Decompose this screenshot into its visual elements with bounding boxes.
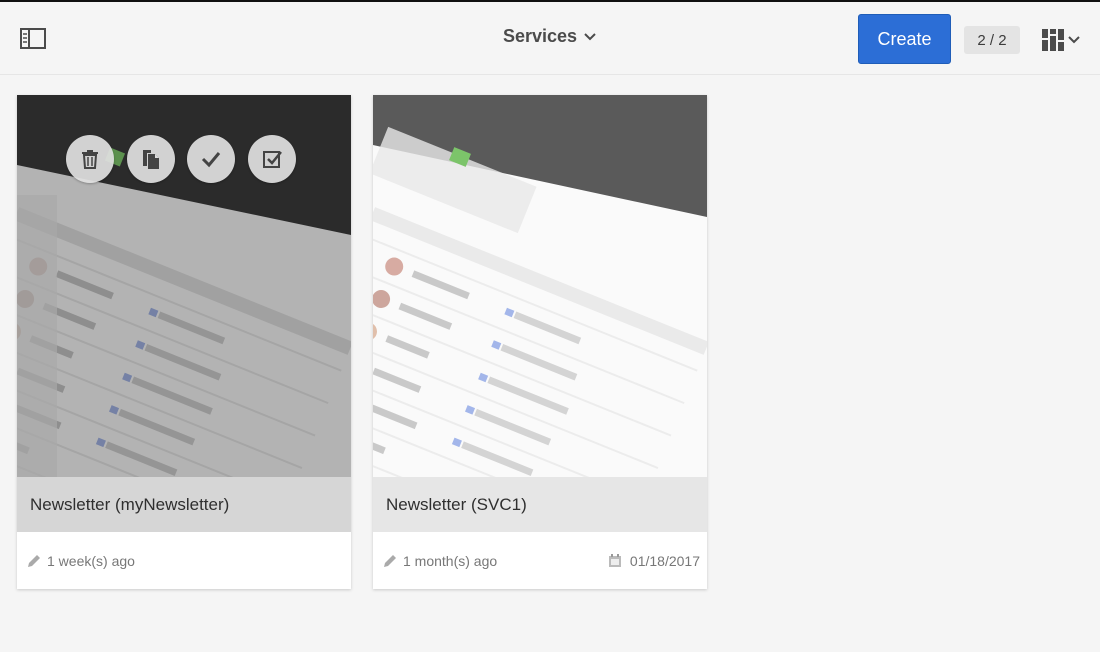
publish-button[interactable]: [187, 135, 235, 183]
checkmark-icon: [201, 152, 221, 168]
card-title: Newsletter (myNewsletter): [17, 477, 351, 532]
card-newsletter-svc1[interactable]: Newsletter (SVC1) 1 month(s) ago 01/18/2…: [373, 95, 707, 589]
trash-icon: [82, 150, 98, 169]
thumbnail-image: [373, 95, 707, 477]
card-meta: 1 week(s) ago: [17, 532, 351, 589]
copy-icon: [143, 150, 159, 169]
modified-text: 1 week(s) ago: [47, 553, 135, 569]
pencil-icon: [28, 555, 40, 567]
delete-button[interactable]: [66, 135, 114, 183]
date-text: 01/18/2017: [629, 553, 700, 569]
action-bar: Services Create 2 / 2: [0, 2, 1100, 75]
item-count-badge: 2 / 2: [964, 26, 1020, 54]
card-title: Newsletter (SVC1): [373, 477, 707, 532]
copy-button[interactable]: [127, 135, 175, 183]
chevron-down-icon: [584, 32, 596, 40]
card-meta: 1 month(s) ago 01/18/2017: [373, 532, 707, 589]
chevron-down-icon: [1068, 36, 1080, 44]
date-info: 01/18/2017: [608, 553, 700, 569]
calendar-icon: [608, 554, 621, 567]
card-view-icon: [1042, 29, 1064, 51]
card-newsletter-mynewsletter[interactable]: Newsletter (myNewsletter) 1 week(s) ago: [17, 95, 351, 589]
modified-text: 1 month(s) ago: [403, 553, 498, 569]
card-thumbnail: [373, 95, 707, 477]
modified-info: 1 month(s) ago: [382, 553, 497, 569]
create-button[interactable]: Create: [858, 14, 951, 64]
view-switcher-button[interactable]: [1042, 27, 1086, 53]
select-button[interactable]: [248, 135, 296, 183]
select-icon: [263, 151, 282, 168]
modified-info: 1 week(s) ago: [26, 553, 135, 569]
pencil-icon: [384, 555, 396, 567]
page-title-dropdown[interactable]: Services: [503, 26, 597, 47]
page-title: Services: [502, 26, 578, 46]
